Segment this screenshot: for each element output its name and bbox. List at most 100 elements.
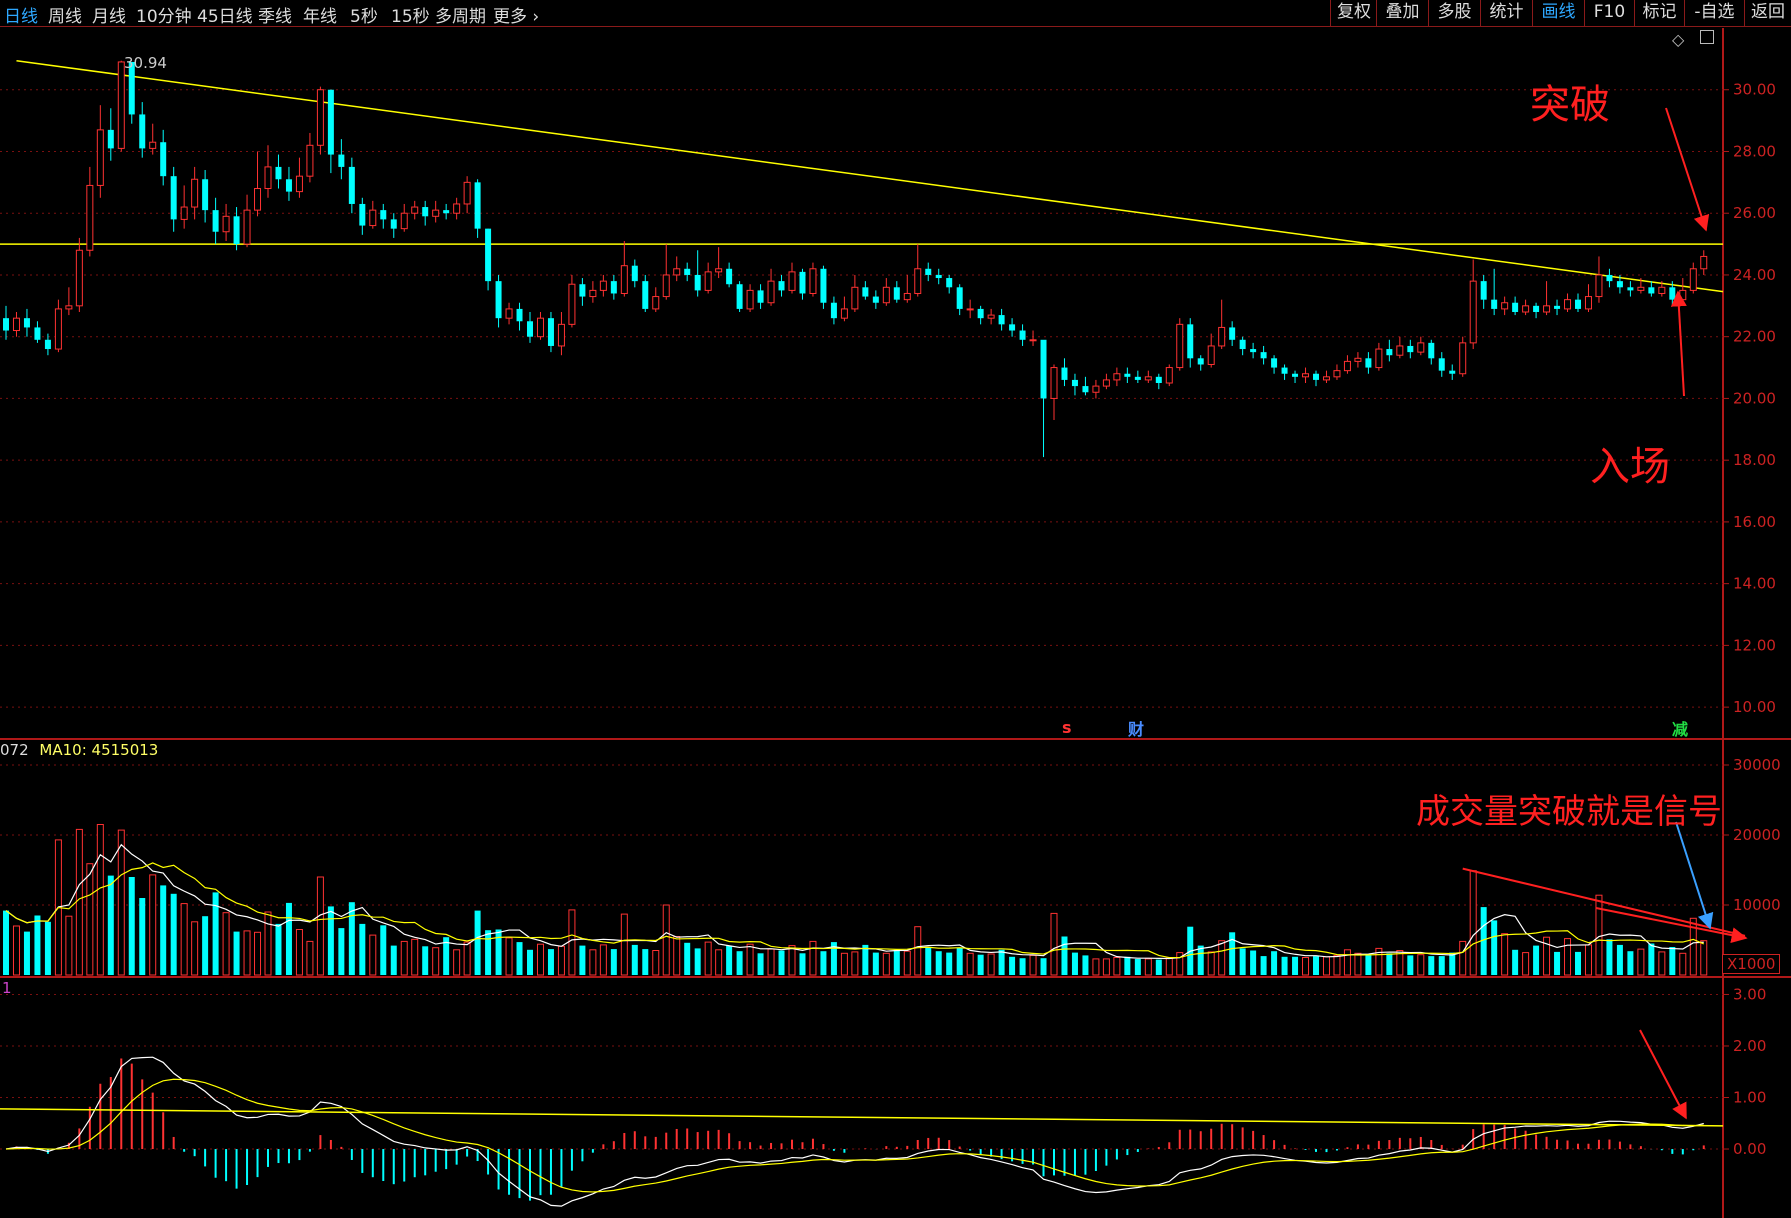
- volume-bar-down: [1533, 945, 1540, 975]
- candle-body-down: [443, 210, 450, 214]
- candle-body-down: [631, 265, 638, 282]
- volume-bar-down: [233, 931, 240, 975]
- candle-body-down: [1271, 358, 1278, 368]
- volume-bar-down: [170, 893, 177, 975]
- event-marker-s[interactable]: s: [1062, 718, 1072, 737]
- volume-bar-up: [191, 921, 199, 976]
- volume-axis-label: 10000: [1733, 896, 1781, 914]
- candle-body-down: [579, 284, 586, 297]
- volume-bar-down: [338, 928, 345, 975]
- volume-bar-down: [1428, 956, 1435, 975]
- candle-body-down: [830, 302, 837, 319]
- candle-body-up: [1092, 385, 1100, 393]
- candle-body-up: [1658, 286, 1666, 294]
- volume-bar-up: [851, 951, 859, 976]
- volume-bar-up: [589, 949, 597, 976]
- candle-body-up: [411, 206, 419, 214]
- macd-dea-line: [5, 1078, 1704, 1193]
- volume-bar-down: [495, 929, 502, 975]
- candle-body-up: [180, 206, 188, 220]
- candle-body-up: [620, 265, 628, 294]
- candle-body-down: [139, 114, 146, 149]
- volume-bar-up: [1144, 958, 1152, 976]
- volume-bar-up: [65, 915, 73, 976]
- candle-body-down: [956, 287, 963, 309]
- volume-axis-label: 30000: [1733, 756, 1781, 774]
- volume-bar-up: [369, 934, 377, 976]
- candle-body-up: [1417, 342, 1425, 353]
- candle-body-up: [589, 289, 597, 298]
- volume-bar-down: [1627, 951, 1634, 975]
- diamond-icon[interactable]: ◇: [1672, 30, 1684, 49]
- candle-body-down: [202, 179, 209, 211]
- candle-body-down: [44, 339, 51, 350]
- candle-body-up: [453, 203, 461, 214]
- candle-body-down: [3, 318, 9, 331]
- candle-body-down: [527, 321, 533, 337]
- volume-bar-up: [903, 950, 911, 976]
- volume-bar-up: [1564, 938, 1572, 976]
- volume-bar-up: [1218, 940, 1226, 976]
- volume-bar-down: [998, 949, 1005, 975]
- candle-body-up: [1459, 342, 1467, 375]
- arrow-breakout: [1665, 107, 1710, 232]
- event-marker-reduce[interactable]: 减: [1672, 716, 1688, 740]
- macd-axis-label: 3.00: [1733, 985, 1766, 1003]
- candle-body-down: [1155, 376, 1162, 383]
- candle-body-up: [1543, 305, 1551, 313]
- candle-body-up: [505, 308, 513, 319]
- volume-bar-down: [485, 930, 492, 975]
- volume-bar-up: [1354, 952, 1362, 976]
- price-axis-label: 12.00: [1733, 636, 1776, 654]
- volume-bar-down: [1271, 951, 1278, 975]
- candle-body-up: [557, 323, 565, 347]
- volume-bar-up: [1029, 954, 1037, 976]
- candle-body-up: [914, 268, 922, 294]
- macd-dif-line: [5, 1056, 1704, 1207]
- candle-body-up: [704, 271, 712, 291]
- volume-bar-down: [1365, 955, 1372, 975]
- candle-body-up: [1176, 323, 1184, 369]
- volume-bar-down: [820, 951, 827, 975]
- candle-body-down: [474, 182, 481, 229]
- candle-body-up: [1637, 286, 1645, 291]
- volume-bar-down: [380, 925, 387, 975]
- volume-bar-down: [1239, 948, 1246, 975]
- candle-body-down: [893, 287, 900, 300]
- volume-bar-down: [1438, 956, 1445, 975]
- volume-bar-up: [809, 940, 817, 976]
- candle-body-down: [757, 290, 764, 303]
- volume-bar-up: [400, 940, 408, 976]
- candle-body-down: [736, 284, 743, 309]
- candle-body-up: [809, 268, 817, 294]
- volume-bar-up: [1700, 940, 1708, 976]
- volume-bar-up: [222, 912, 230, 976]
- candle-body-up: [1700, 255, 1708, 270]
- candle-body-up: [1501, 302, 1509, 310]
- candle-body-up: [432, 209, 440, 217]
- candle-body-down: [107, 129, 114, 149]
- price-axis-label: 10.00: [1733, 698, 1776, 716]
- volume-bar-down: [44, 921, 51, 975]
- candle-body-up: [568, 283, 576, 325]
- panel-toggle-icon[interactable]: [1700, 30, 1714, 44]
- volume-bar-up: [1102, 958, 1110, 976]
- volume-bar-up: [316, 876, 324, 976]
- volume-bar-up: [620, 913, 628, 976]
- candle-body-up: [1322, 376, 1330, 381]
- candle-body-up: [316, 89, 324, 146]
- volume-bar-down: [726, 945, 733, 975]
- volume-bar-up: [295, 929, 303, 976]
- kline-chart[interactable]: 30.00 28.00 26.00 24.00 22.00 20.00 18.00 16.00…: [0, 0, 1791, 1218]
- candle-body-down: [160, 142, 167, 177]
- candle-body-down: [1040, 339, 1047, 399]
- candle-body-up: [149, 141, 157, 149]
- candle-body-up: [1302, 373, 1310, 378]
- volume-bar-down: [1669, 947, 1676, 975]
- candle-body-up: [746, 289, 754, 310]
- volume-bar-up: [568, 909, 576, 976]
- price-axis-label: 26.00: [1733, 204, 1776, 222]
- candle-body-up: [851, 286, 859, 310]
- volume-bar-down: [1082, 955, 1089, 975]
- event-marker-finance[interactable]: 财: [1128, 716, 1144, 740]
